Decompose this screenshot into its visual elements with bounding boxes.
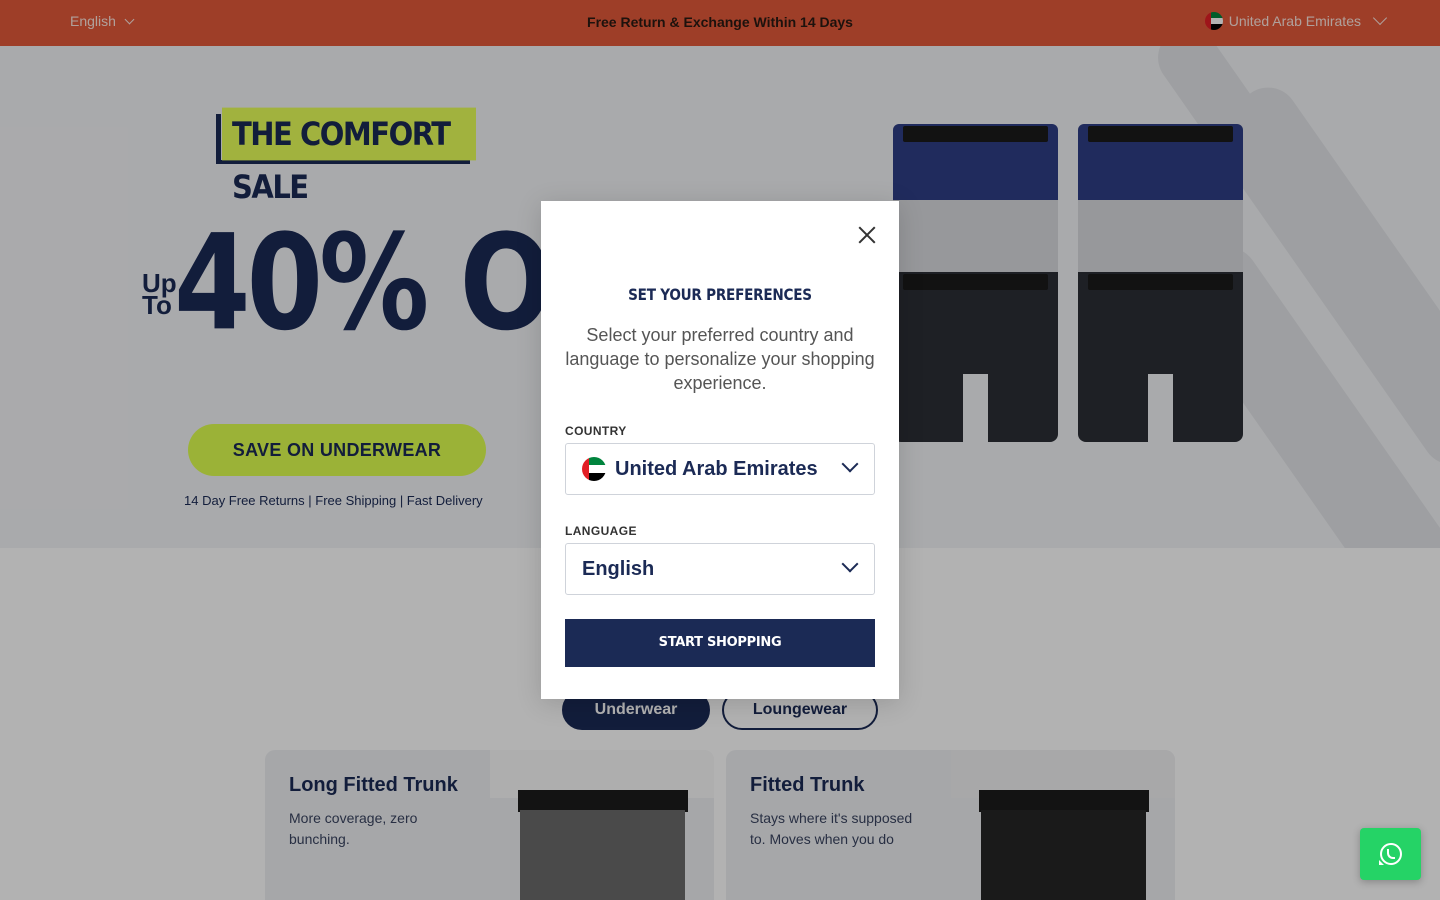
uae-flag-icon [582, 457, 606, 481]
chevron-down-icon [841, 555, 859, 573]
whatsapp-button[interactable] [1360, 828, 1421, 880]
preferences-modal: SET YOUR PREFERENCES Select your preferr… [541, 201, 899, 699]
phone-icon [1387, 849, 1395, 859]
country-select-value: United Arab Emirates [615, 457, 818, 480]
modal-description: Select your preferred country and langua… [565, 325, 875, 393]
country-field-label: COUNTRY [565, 424, 627, 438]
language-select[interactable]: English [565, 543, 875, 595]
language-field-label: LANGUAGE [565, 524, 637, 538]
close-icon[interactable] [853, 221, 881, 249]
country-select[interactable]: United Arab Emirates [565, 443, 875, 495]
start-shopping-button[interactable]: START SHOPPING [565, 619, 875, 667]
modal-title: SET YOUR PREFERENCES [628, 285, 812, 304]
chevron-down-icon [841, 455, 859, 473]
language-select-value: English [582, 557, 655, 580]
whatsapp-icon-tail [1379, 860, 1384, 865]
